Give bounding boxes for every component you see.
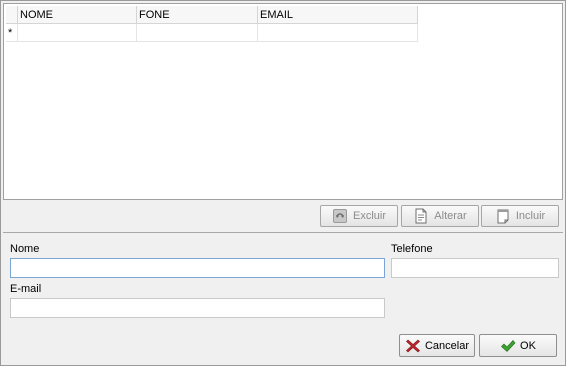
table-header-row: NOME FONE EMAIL: [6, 6, 418, 24]
new-row-marker: *: [6, 23, 18, 42]
header-indicator-cell: [6, 6, 18, 24]
excluir-button[interactable]: Excluir: [320, 205, 398, 227]
cancel-label: Cancelar: [424, 339, 470, 352]
document-edit-icon: [415, 208, 427, 224]
email-label: E-mail: [10, 283, 42, 295]
table-cell-email[interactable]: [257, 23, 418, 42]
incluir-label: Incluir: [515, 210, 546, 222]
column-header-nome[interactable]: NOME: [17, 6, 137, 24]
alterar-button[interactable]: Alterar: [401, 205, 479, 227]
column-header-email[interactable]: EMAIL: [257, 6, 418, 24]
contact-form: Nome Telefone E-mail Cancelar OK: [3, 234, 563, 364]
nome-label: Nome: [10, 243, 40, 255]
ok-label: OK: [520, 339, 536, 352]
table-row-new[interactable]: *: [6, 23, 418, 42]
excluir-label: Excluir: [352, 210, 386, 222]
ok-button[interactable]: OK: [479, 334, 557, 357]
telefone-label: Telefone: [391, 243, 433, 255]
recycle-bin-icon: [332, 209, 347, 223]
incluir-button[interactable]: Incluir: [481, 205, 559, 227]
contacts-grid[interactable]: NOME FONE EMAIL *: [3, 3, 563, 200]
telefone-input[interactable]: [391, 258, 559, 278]
email-input[interactable]: [10, 298, 385, 318]
alterar-label: Alterar: [434, 210, 467, 222]
red-x-icon: [406, 339, 420, 352]
green-check-icon: [501, 339, 516, 352]
grid-toolbar: Excluir Alterar Incluir: [3, 201, 563, 233]
column-header-fone[interactable]: FONE: [136, 6, 258, 24]
table-cell-nome[interactable]: [17, 23, 137, 42]
cancel-button[interactable]: Cancelar: [399, 334, 475, 357]
new-document-icon: [497, 209, 509, 224]
table-cell-fone[interactable]: [136, 23, 258, 42]
contacts-table: NOME FONE EMAIL *: [6, 6, 418, 42]
nome-input[interactable]: [10, 258, 385, 278]
dialog-window: NOME FONE EMAIL * Excluir Alterar Inclui…: [0, 0, 566, 366]
